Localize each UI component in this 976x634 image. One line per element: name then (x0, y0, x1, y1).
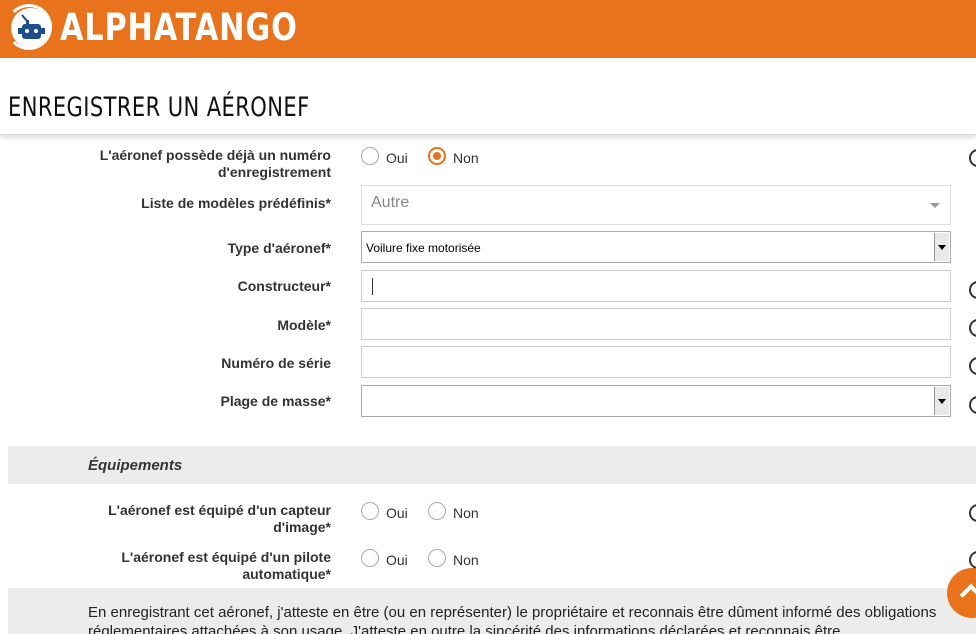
mass-label: Plage de masse* (220, 393, 331, 409)
select-arrow-icon[interactable] (934, 387, 949, 415)
manufacturer-input[interactable] (361, 270, 951, 302)
registration-no-radio[interactable] (428, 147, 446, 165)
equipment-section-title: Équipements (88, 457, 183, 474)
logo-ring (6, 4, 52, 50)
manufacturer-label: Constructeur* (237, 278, 331, 294)
camera-no-radio[interactable] (428, 502, 446, 520)
registration-yes-label[interactable]: Oui (386, 150, 408, 166)
registration-no-label[interactable]: Non (453, 150, 479, 166)
attestation-text: En enregistrant cet aéronef, j'atteste e… (88, 604, 937, 634)
autopilot-question-label: L'aéronef est équipé d'un pilote automat… (121, 549, 331, 582)
text-cursor (372, 278, 373, 295)
mass-select[interactable] (361, 385, 951, 417)
aircraft-type-value: Voilure fixe motorisée (366, 241, 481, 255)
select-arrow-icon[interactable] (934, 233, 949, 261)
help-icon[interactable] (969, 149, 976, 167)
camera-yes-radio[interactable] (361, 502, 379, 520)
predefined-models-select[interactable]: Autre (361, 185, 951, 225)
aircraft-type-label: Type d'aéronef* (227, 240, 331, 256)
attestation-notice: En enregistrant cet aéronef, j'atteste e… (8, 588, 976, 634)
page-title-bar: ENREGISTRER UN AÉRONEF (0, 88, 976, 135)
help-icon[interactable] (969, 504, 976, 522)
autopilot-yes-label[interactable]: Oui (386, 552, 408, 568)
page-title: ENREGISTRER UN AÉRONEF (8, 92, 310, 123)
autopilot-yes-radio[interactable] (361, 549, 379, 567)
aircraft-type-select[interactable]: Voilure fixe motorisée (361, 231, 951, 263)
predefined-models-label: Liste de modèles prédéfinis* (141, 195, 331, 211)
registration-yes-radio[interactable] (361, 147, 379, 165)
app-header: ALPHATANGO (0, 0, 976, 58)
equipment-section-header: Équipements (8, 446, 976, 484)
help-icon[interactable] (969, 319, 976, 337)
help-icon[interactable] (969, 551, 976, 569)
camera-yes-label[interactable]: Oui (386, 505, 408, 521)
logo-text[interactable]: ALPHATANGO (60, 6, 298, 49)
camera-question-label: L'aéronef est équipé d'un capteur d'imag… (108, 502, 331, 535)
autopilot-no-radio[interactable] (428, 549, 446, 567)
predefined-models-value: Autre (371, 194, 410, 211)
camera-no-label[interactable]: Non (453, 505, 479, 521)
help-icon[interactable] (969, 396, 976, 414)
chevron-down-icon (930, 203, 940, 208)
autopilot-no-label[interactable]: Non (453, 552, 479, 568)
registration-question-label: L'aéronef possède déjà un numéro d'enreg… (99, 147, 331, 180)
help-icon[interactable] (969, 357, 976, 375)
model-input[interactable] (361, 308, 951, 340)
serial-label: Numéro de série (221, 355, 331, 371)
model-label: Modèle* (277, 317, 331, 333)
help-icon[interactable] (969, 281, 976, 299)
serial-input[interactable] (361, 346, 951, 378)
